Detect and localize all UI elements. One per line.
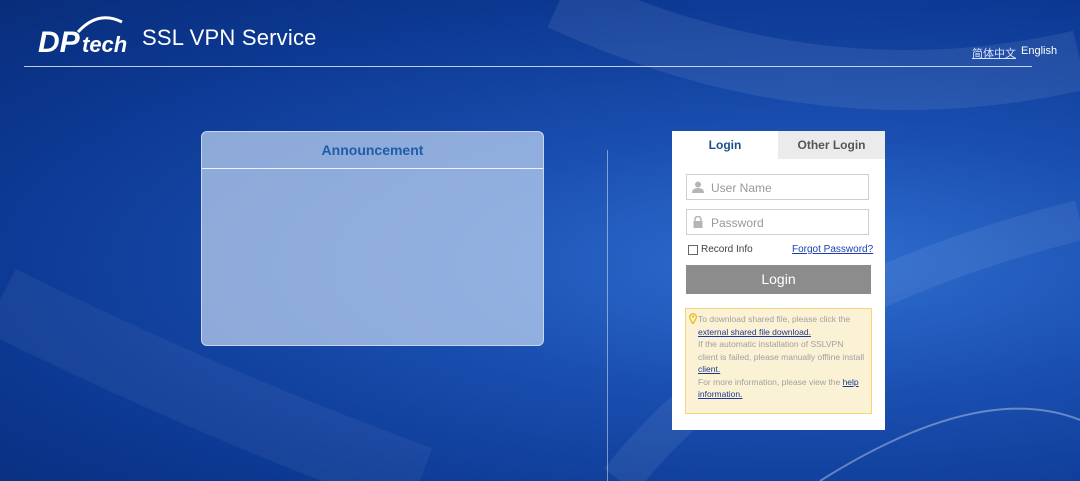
password-field[interactable] — [686, 209, 869, 235]
notice-line-download: To download shared file, please click th… — [698, 314, 851, 324]
login-panel: Login Other Login Record Info Forgot Pas… — [672, 131, 885, 430]
location-pin-icon — [689, 313, 697, 324]
user-icon — [692, 181, 704, 193]
forgot-password-link[interactable]: Forgot Password? — [792, 244, 873, 255]
lock-icon — [693, 216, 703, 228]
external-download-link[interactable]: external shared file download. — [698, 327, 811, 337]
dptech-logo: DP tech — [38, 16, 127, 58]
login-button[interactable]: Login — [686, 265, 871, 294]
username-field[interactable] — [686, 174, 869, 200]
app-title: SSL VPN Service — [142, 25, 317, 50]
language-chinese-link[interactable]: 简体中文 — [972, 45, 1016, 61]
vertical-divider — [607, 150, 608, 481]
announcement-title: Announcement — [202, 132, 543, 169]
announcement-panel: Announcement — [201, 131, 544, 346]
record-info[interactable]: Record Info — [688, 244, 753, 255]
username-input[interactable] — [709, 177, 868, 199]
svg-text:tech: tech — [82, 32, 127, 57]
login-tabs: Login Other Login — [672, 131, 885, 159]
record-info-label: Record Info — [701, 244, 753, 255]
tab-login[interactable]: Login — [672, 131, 778, 159]
header: DP tech SSL VPN Service 简体中文 English — [24, 0, 1057, 67]
notice-line-install: If the automatic installation of SSLVPN … — [698, 339, 865, 362]
password-input[interactable] — [709, 212, 868, 234]
notice-box: To download shared file, please click th… — [685, 308, 872, 414]
language-english-link[interactable]: English — [1021, 45, 1057, 57]
client-link[interactable]: client. — [698, 364, 720, 374]
svg-text:DP: DP — [38, 26, 81, 58]
record-info-checkbox[interactable] — [688, 244, 698, 255]
tab-other-login[interactable]: Other Login — [778, 131, 885, 159]
notice-line-help: For more information, please view the — [698, 376, 841, 387]
